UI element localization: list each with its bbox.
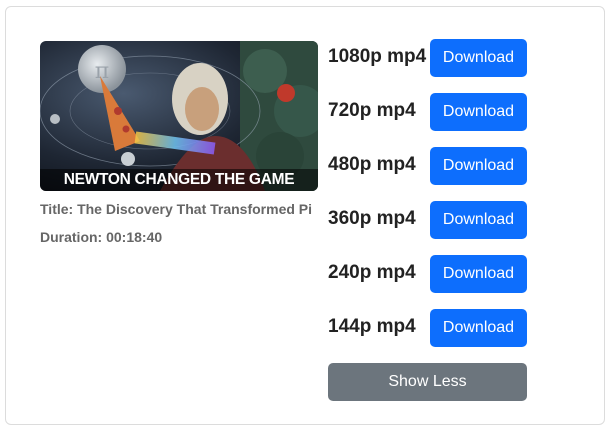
format-label-144p: 144p mp4 [328,316,416,337]
video-duration: Duration: 00:18:40 [40,229,163,245]
download-button-360p[interactable]: Download [430,201,527,239]
format-label-360p: 360p mp4 [328,208,416,229]
thumbnail-caption: NEWTON CHANGED THE GAME [40,169,318,191]
format-label-480p: 480p mp4 [328,154,416,175]
download-button-1080p[interactable]: Download [430,39,527,77]
video-title: Title: The Discovery That Transformed Pi [40,201,313,217]
download-button-720p[interactable]: Download [430,93,527,131]
format-label-1080p: 1080p mp4 [328,46,427,67]
download-button-144p[interactable]: Download [430,309,527,347]
show-less-button[interactable]: Show Less [328,363,527,401]
video-thumbnail: π NEWTON CHANGED THE GAME [40,41,318,191]
format-label-720p: 720p mp4 [328,100,416,121]
download-button-240p[interactable]: Download [430,255,527,293]
download-button-480p[interactable]: Download [430,147,527,185]
format-label-240p: 240p mp4 [328,262,416,283]
